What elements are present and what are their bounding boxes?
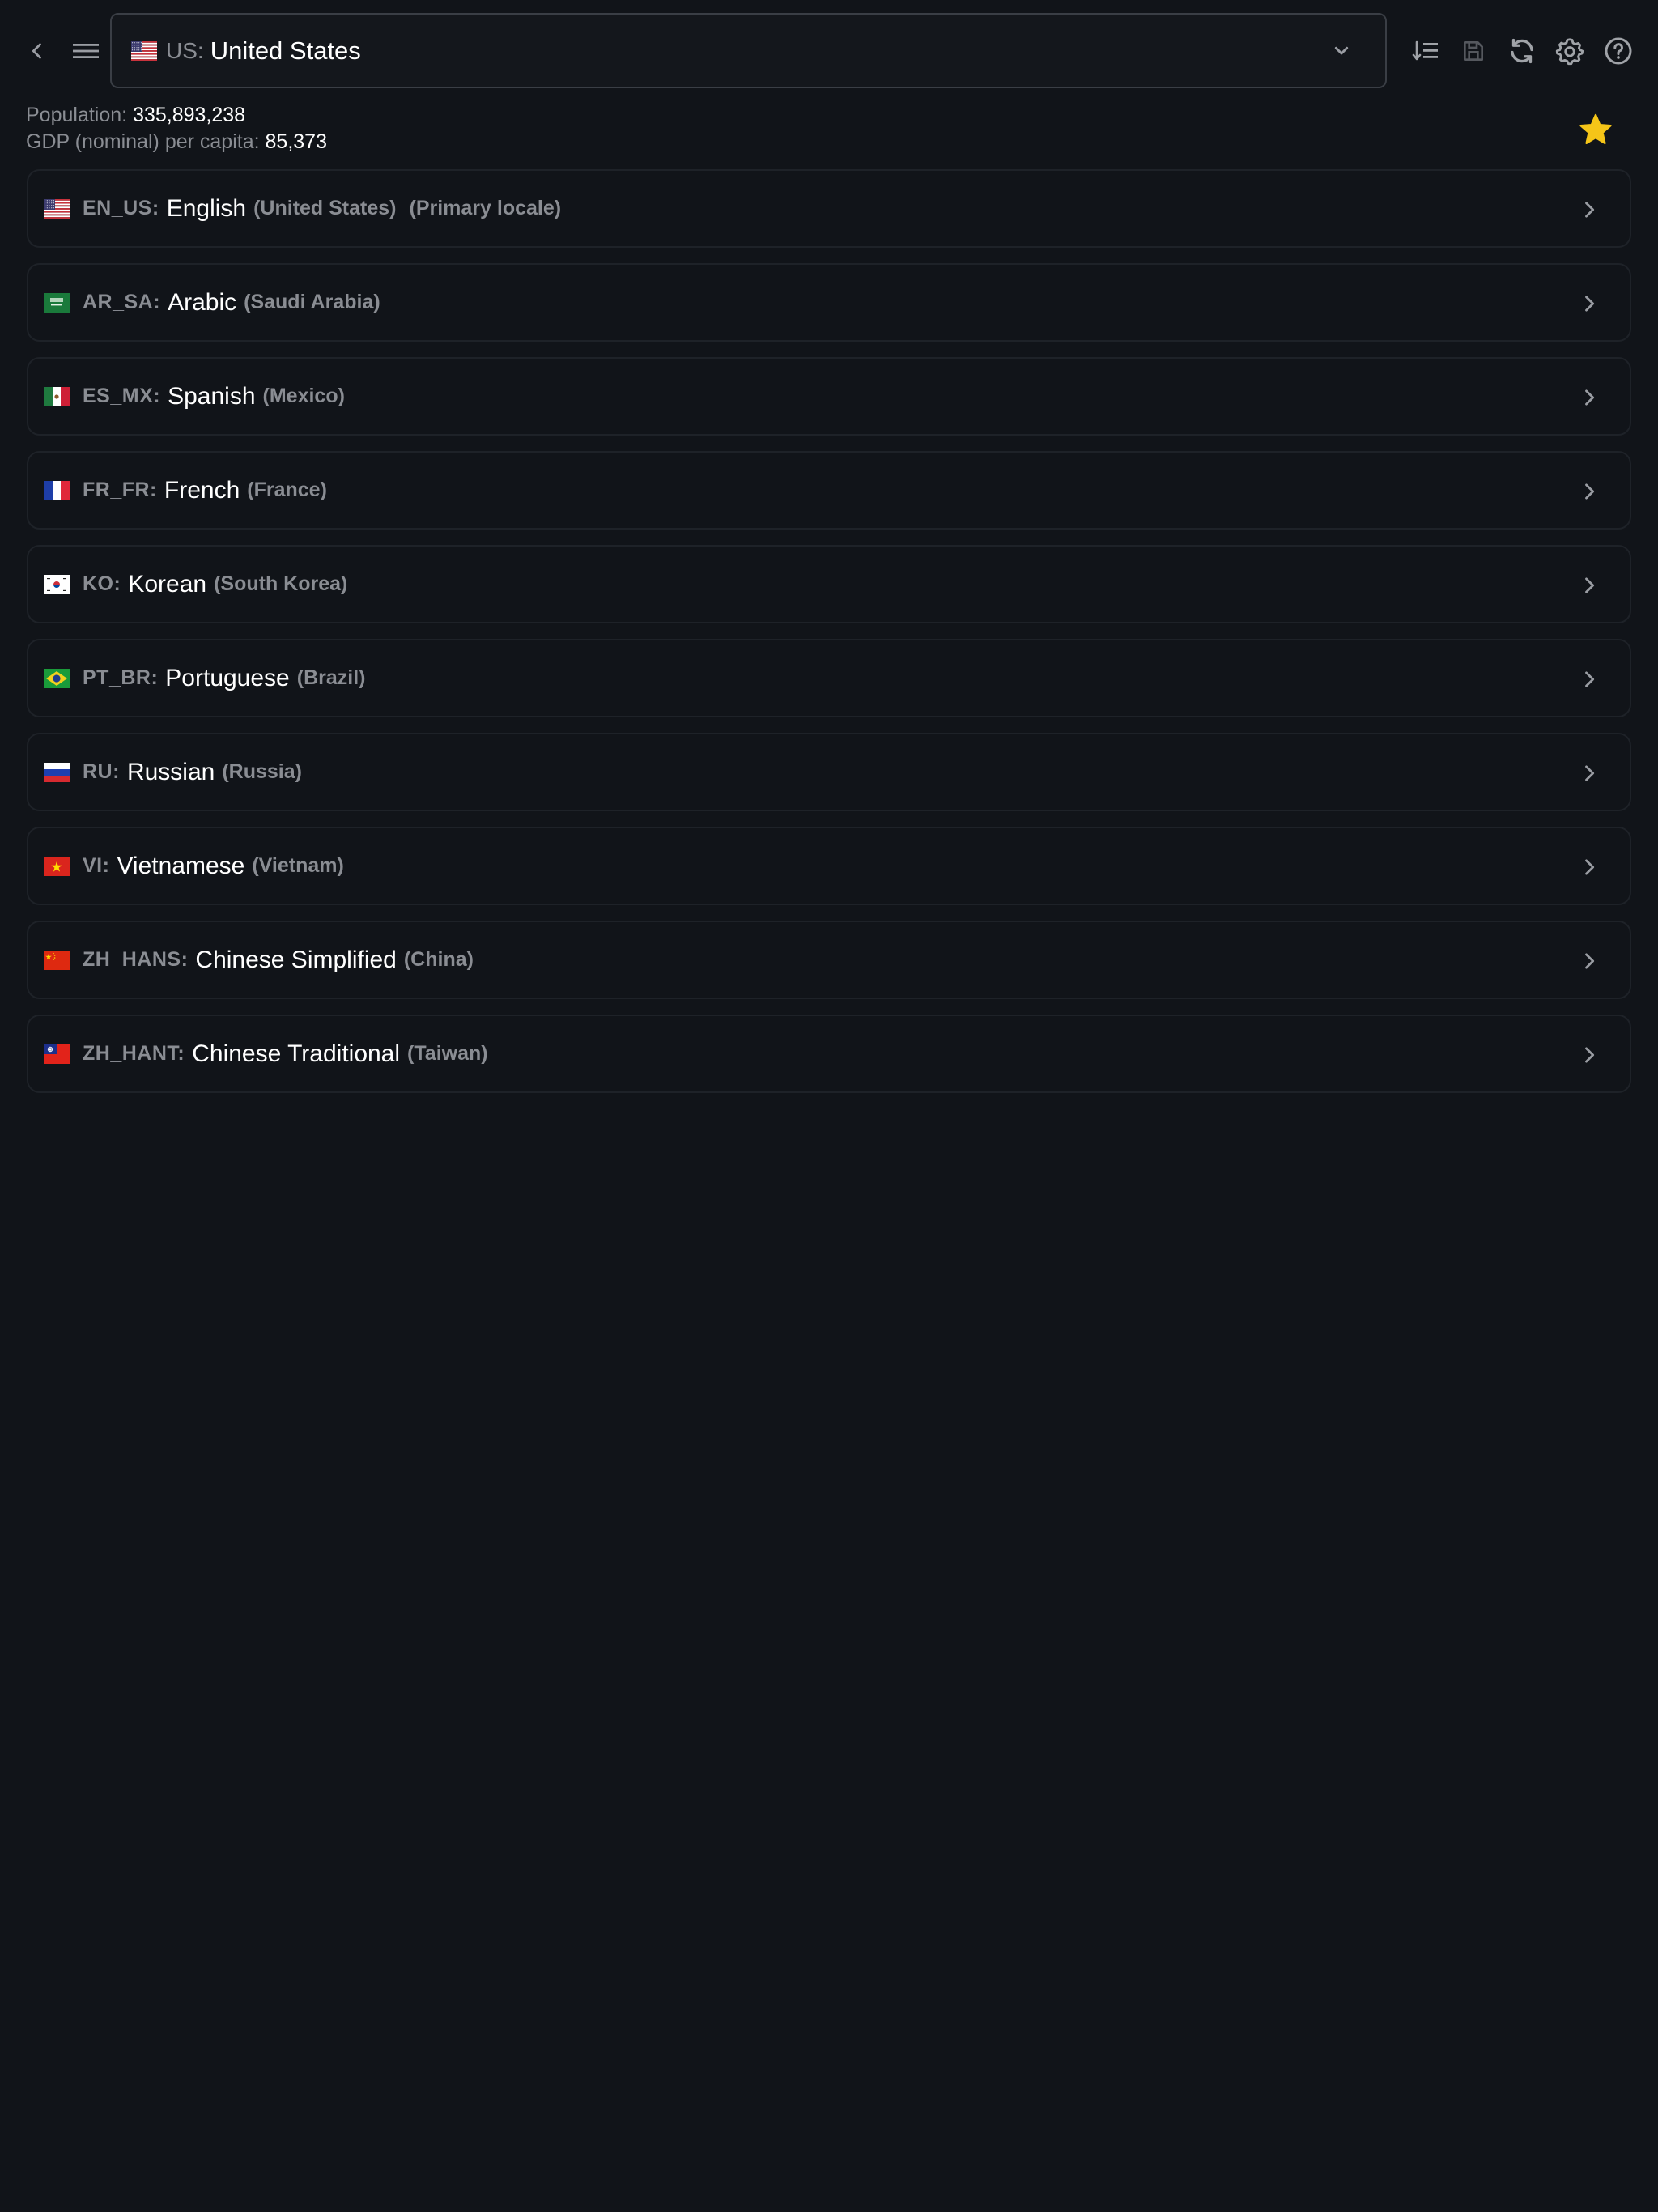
- locale-item[interactable]: PT_BR: Portuguese (Brazil): [27, 639, 1631, 717]
- settings-button[interactable]: [1547, 28, 1592, 74]
- help-button[interactable]: [1596, 28, 1641, 74]
- locale-region: (Taiwan): [407, 1042, 488, 1065]
- flag-fr-icon: [44, 480, 70, 500]
- locale-list: EN_US: English (United States) (Primary loc…: [27, 169, 1631, 1108]
- population-value: 335,893,238: [133, 104, 246, 126]
- locale-code: RU:: [83, 760, 120, 783]
- chevron-right-icon: [1585, 859, 1595, 875]
- locale-region: (Brazil): [296, 666, 366, 689]
- locale-name: Chinese Simplified: [195, 946, 397, 973]
- chevron-right-icon: [1585, 202, 1595, 218]
- locale-name: Chinese Traditional: [192, 1040, 401, 1067]
- flag-cn-icon: [44, 950, 70, 970]
- locale-code: AR_SA:: [83, 291, 161, 313]
- locale-code: FR_FR:: [83, 479, 157, 501]
- locale-name: Vietnamese: [117, 852, 245, 879]
- locale-region: (Saudi Arabia): [244, 291, 380, 313]
- chevron-right-icon: [1585, 671, 1595, 687]
- refresh-icon: [1511, 38, 1533, 64]
- chevron-right-icon: [1585, 296, 1595, 312]
- chevron-right-icon: [1585, 765, 1595, 781]
- menu-button[interactable]: [63, 28, 108, 74]
- refresh-button[interactable]: [1499, 28, 1545, 74]
- flag-us-icon: [44, 198, 70, 219]
- country-select[interactable]: US: United States: [110, 13, 1387, 88]
- country-name: United States: [210, 36, 361, 65]
- flag-tw-icon: [44, 1044, 70, 1064]
- locale-item[interactable]: ZH_HANT: Chinese Traditional (Taiwan): [27, 1015, 1631, 1093]
- save-button[interactable]: [1451, 28, 1496, 74]
- locale-name: Russian: [126, 758, 215, 785]
- hamburger-menu-icon: [73, 44, 99, 58]
- locale-name: English: [166, 194, 247, 222]
- population-label: Population:: [26, 104, 128, 126]
- locale-name: Arabic: [168, 288, 237, 316]
- help-icon: [1605, 37, 1632, 65]
- locale-name: French: [164, 476, 240, 504]
- flag-sa-icon: [44, 292, 70, 313]
- locale-item[interactable]: RU: Russian (Russia): [27, 733, 1631, 811]
- chevron-right-icon: [1585, 1047, 1595, 1063]
- chevron-right-icon: [1585, 953, 1595, 969]
- country-stats: Population: 335,893,238 GDP (nominal) pe…: [26, 102, 327, 155]
- chevron-right-icon: [1585, 577, 1595, 593]
- locale-region: (Russia): [222, 760, 302, 783]
- locale-code: ES_MX:: [83, 385, 161, 407]
- locale-code: KO:: [83, 572, 121, 595]
- flag-mx-icon: [44, 386, 70, 406]
- locale-code: PT_BR:: [83, 666, 159, 689]
- locale-item[interactable]: FR_FR: French (France): [27, 451, 1631, 530]
- locale-code: ZH_HANT:: [83, 1042, 185, 1065]
- top-bar: US: United States: [0, 0, 1658, 102]
- flag-us-icon: [131, 40, 157, 61]
- primary-locale-label: (Primary locale): [409, 197, 562, 219]
- chevron-right-icon: [1585, 483, 1595, 500]
- locale-name: Korean: [128, 570, 207, 598]
- chevron-right-icon: [1585, 389, 1595, 406]
- locale-region: (Vietnam): [252, 854, 344, 877]
- locale-code: VI:: [83, 854, 110, 877]
- sort-icon: [1412, 40, 1438, 61]
- flag-kr-icon: [44, 574, 70, 594]
- locale-region: (South Korea): [214, 572, 348, 595]
- locale-item[interactable]: ZH_HANS: Chinese Simplified (China): [27, 921, 1631, 999]
- sort-button[interactable]: [1403, 28, 1448, 74]
- gdp-label: GDP (nominal) per capita:: [26, 130, 260, 153]
- locale-item[interactable]: EN_US: English (United States) (Primary loc…: [27, 169, 1631, 248]
- locale-name: Spanish: [168, 382, 256, 410]
- locale-region: (France): [247, 479, 327, 501]
- locale-item[interactable]: AR_SA: Arabic (Saudi Arabia): [27, 263, 1631, 342]
- flag-br-icon: [44, 668, 70, 688]
- back-button[interactable]: [15, 28, 60, 74]
- gear-icon: [1555, 38, 1584, 66]
- chevron-left-icon: [32, 43, 41, 59]
- population-row: Population: 335,893,238: [26, 102, 327, 129]
- locale-code: ZH_HANS:: [83, 948, 189, 971]
- locale-name: Portuguese: [165, 664, 290, 691]
- gdp-value: 85,373: [265, 130, 327, 153]
- locale-region: (Mexico): [262, 385, 345, 407]
- chevron-down-icon: [1334, 46, 1349, 55]
- locale-region: (United States): [253, 197, 397, 219]
- star-icon[interactable]: [1576, 111, 1615, 150]
- flag-ru-icon: [44, 762, 70, 782]
- locale-code: EN_US:: [83, 197, 159, 219]
- locale-item[interactable]: ES_MX: Spanish (Mexico): [27, 357, 1631, 436]
- locale-region: (China): [403, 948, 474, 971]
- country-code: US:: [166, 37, 204, 63]
- gdp-row: GDP (nominal) per capita: 85,373: [26, 129, 327, 155]
- flag-vn-icon: [44, 856, 70, 876]
- locale-item[interactable]: VI: Vietnamese (Vietnam): [27, 827, 1631, 905]
- save-icon: [1464, 41, 1483, 61]
- locale-item[interactable]: KO: Korean (South Korea): [27, 545, 1631, 623]
